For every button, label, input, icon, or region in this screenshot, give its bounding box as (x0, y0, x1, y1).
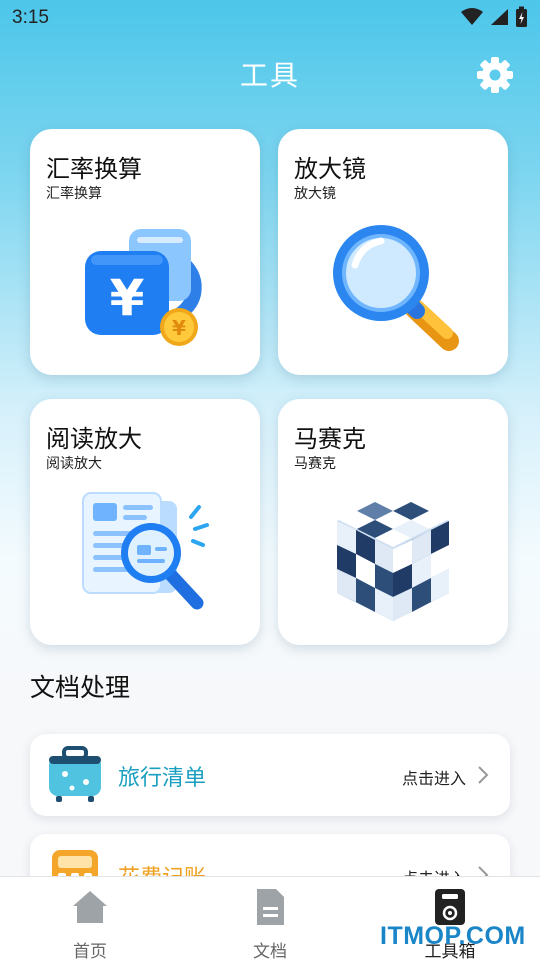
row-enter-text: 点击进入 (401, 769, 466, 788)
status-time: 3:15 (12, 7, 49, 28)
card-title: 汇率换算 (46, 155, 142, 183)
nav-documents[interactable]: 文档 (210, 885, 330, 960)
status-bar: 3:15 (0, 0, 540, 36)
nav-label: 文档 (253, 942, 287, 960)
home-icon (73, 891, 107, 923)
page-title: 工具 (239, 59, 300, 92)
settings-button[interactable] (474, 54, 516, 96)
nav-label: 首页 (73, 942, 107, 960)
reading-zoom-icon (82, 492, 209, 610)
mosaic-cube-icon (337, 493, 449, 621)
watermark: ITMOP.COM (380, 922, 526, 950)
card-title: 放大镜 (294, 155, 366, 183)
signal-icon (491, 9, 508, 25)
card-title: 马赛克 (294, 425, 366, 453)
card-reading-zoom[interactable]: 阅读放大 阅读放大 (30, 399, 260, 645)
section-title: 文档处理 (30, 673, 131, 702)
currency-exchange-icon: ¥ ¥ (85, 229, 202, 346)
card-subtitle: 放大镜 (294, 186, 336, 202)
card-title: 阅读放大 (46, 425, 142, 453)
card-currency-exchange[interactable]: 汇率换算 汇率换算 ¥ ¥ (30, 129, 260, 375)
toolbox-icon (435, 889, 465, 925)
magnifier-icon (333, 225, 459, 351)
card-subtitle: 阅读放大 (46, 456, 102, 472)
chevron-right-icon (478, 766, 489, 784)
wifi-icon (461, 8, 483, 25)
card-subtitle: 马赛克 (294, 456, 336, 472)
row-label: 旅行清单 (118, 766, 207, 791)
suitcase-icon (49, 746, 101, 802)
card-mosaic[interactable]: 马赛克 马赛克 (278, 399, 508, 645)
nav-home[interactable]: 首页 (30, 885, 150, 960)
svg-text:¥: ¥ (172, 316, 186, 340)
status-icons (461, 6, 528, 28)
svg-text:¥: ¥ (110, 269, 145, 327)
card-magnifier[interactable]: 放大镜 放大镜 (278, 129, 508, 375)
gear-icon (477, 57, 513, 93)
card-subtitle: 汇率换算 (46, 186, 102, 202)
battery-icon (516, 6, 527, 27)
document-icon (257, 889, 284, 925)
list-item-travel-checklist[interactable]: 旅行清单 点击进入 (30, 734, 510, 816)
